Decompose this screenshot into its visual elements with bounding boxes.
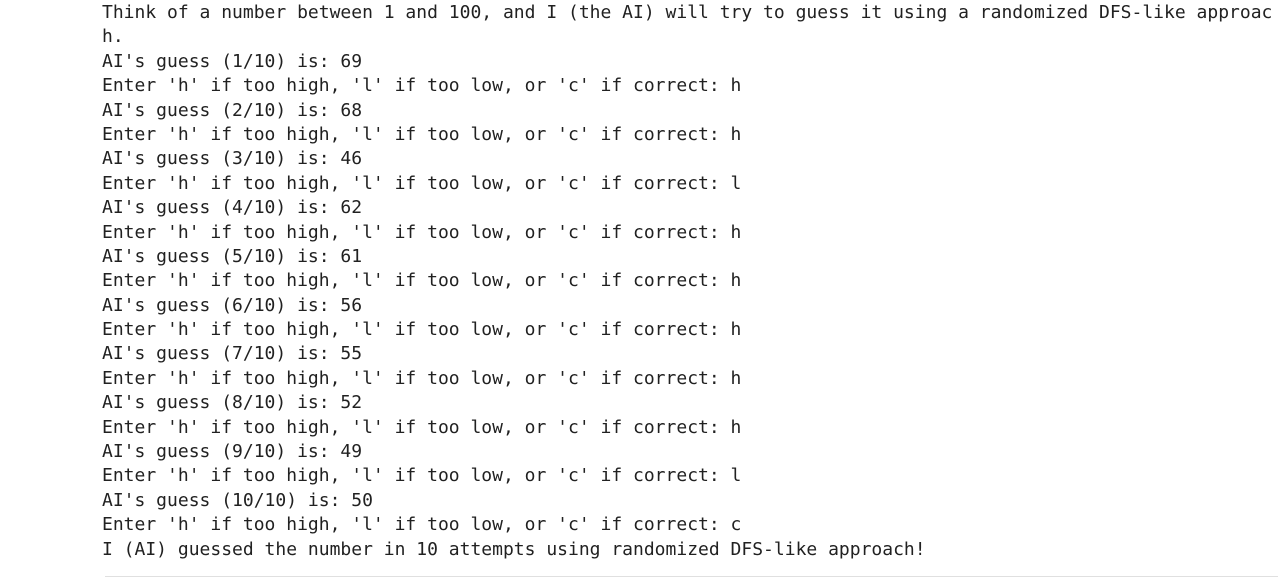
cell-divider	[105, 576, 1278, 577]
prompt-response-line: Enter 'h' if too high, 'l' if too low, o…	[102, 123, 742, 145]
prompt-response-line: Enter 'h' if too high, 'l' if too low, o…	[102, 221, 742, 243]
guess-line: AI's guess (2/10) is: 68	[102, 99, 363, 121]
guess-line: AI's guess (3/10) is: 46	[102, 148, 363, 170]
guess-line: AI's guess (9/10) is: 49	[102, 441, 363, 463]
guess-line: AI's guess (10/10) is: 50	[102, 489, 373, 511]
result-line: I (AI) guessed the number in 10 attempts…	[102, 538, 926, 560]
prompt-response-line: Enter 'h' if too high, 'l' if too low, o…	[102, 465, 742, 487]
guess-line: AI's guess (5/10) is: 61	[102, 245, 363, 267]
cell-output: Think of a number between 1 and 100, and…	[102, 0, 1272, 562]
guess-line: AI's guess (6/10) is: 56	[102, 294, 363, 316]
output-intro-line-wrap: h.	[102, 26, 124, 48]
prompt-response-line: Enter 'h' if too high, 'l' if too low, o…	[102, 514, 742, 536]
guess-line: AI's guess (4/10) is: 62	[102, 197, 363, 219]
guess-line: AI's guess (8/10) is: 52	[102, 392, 363, 414]
prompt-response-line: Enter 'h' if too high, 'l' if too low, o…	[102, 367, 742, 389]
guess-line: AI's guess (7/10) is: 55	[102, 343, 363, 365]
output-intro-line: Think of a number between 1 and 100, and…	[102, 2, 1273, 23]
prompt-response-line: Enter 'h' if too high, 'l' if too low, o…	[102, 75, 742, 97]
prompt-response-line: Enter 'h' if too high, 'l' if too low, o…	[102, 172, 742, 194]
prompt-response-line: Enter 'h' if too high, 'l' if too low, o…	[102, 416, 742, 438]
prompt-response-line: Enter 'h' if too high, 'l' if too low, o…	[102, 270, 742, 292]
prompt-response-line: Enter 'h' if too high, 'l' if too low, o…	[102, 319, 742, 341]
guess-line: AI's guess (1/10) is: 69	[102, 50, 363, 72]
